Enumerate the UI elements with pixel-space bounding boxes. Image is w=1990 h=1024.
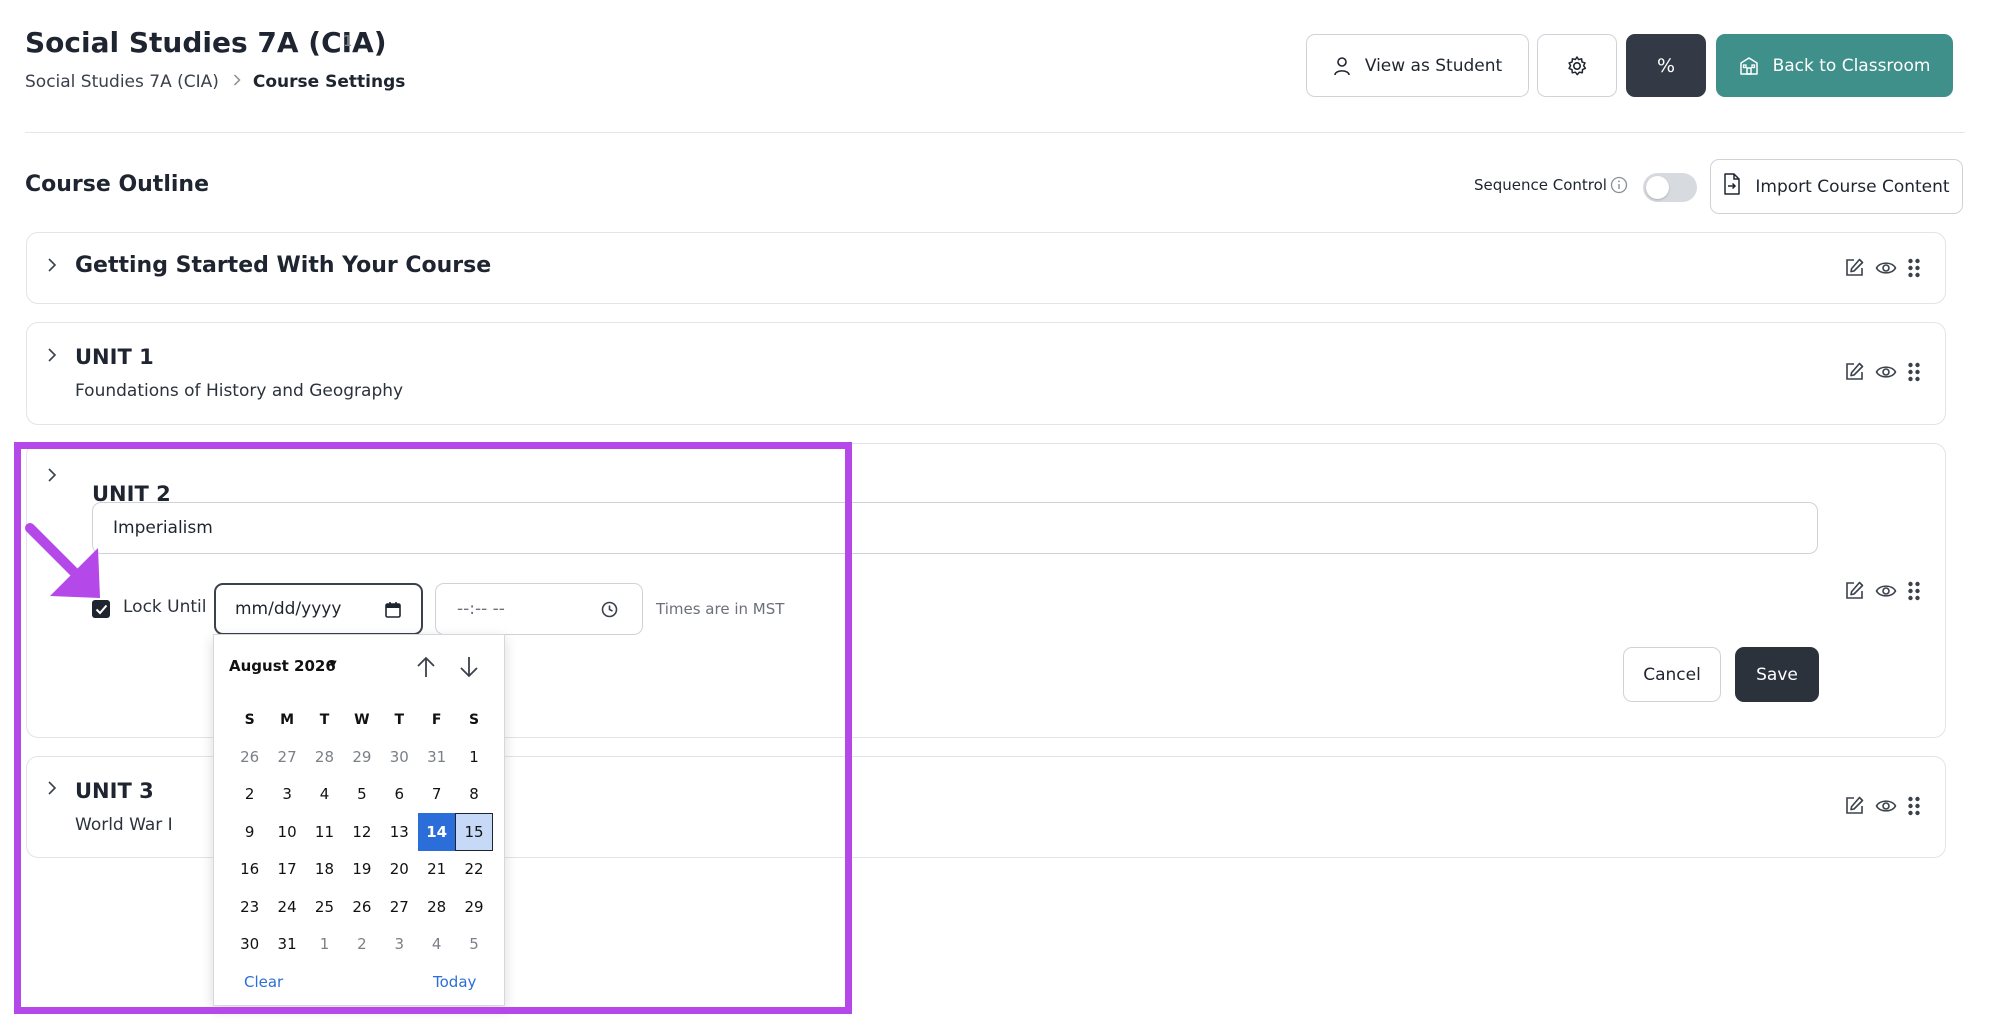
expand-chevron-icon[interactable] xyxy=(47,347,57,367)
unit-actions xyxy=(1844,580,1921,601)
unit-actions xyxy=(1844,257,1921,278)
edit-icon[interactable] xyxy=(1844,257,1865,278)
breadcrumb-parent-link[interactable]: Social Studies 7A (CIA) xyxy=(25,72,219,92)
back-to-classroom-button[interactable]: Back to Classroom xyxy=(1716,34,1953,97)
gear-icon xyxy=(1566,55,1588,77)
drag-handle-icon[interactable] xyxy=(1907,258,1921,278)
breadcrumb-current: Course Settings xyxy=(252,72,406,92)
settings-button[interactable] xyxy=(1537,34,1617,97)
classroom-icon xyxy=(1739,56,1759,76)
info-icon[interactable] xyxy=(1610,176,1628,198)
breadcrumb: Social Studies 7A (CIA) Course Settings xyxy=(25,72,405,92)
unit-title: UNIT 1 xyxy=(75,345,154,369)
edit-icon[interactable] xyxy=(1844,361,1865,382)
page-header: Social Studies 7A (CIA) 1 Social Studies… xyxy=(25,0,1965,133)
unit-title: Getting Started With Your Course xyxy=(75,253,492,278)
pointer-arrow-icon xyxy=(24,522,108,610)
unit-actions xyxy=(1844,795,1921,816)
import-course-content-label: Import Course Content xyxy=(1755,176,1950,197)
view-as-student-button[interactable]: View as Student xyxy=(1306,34,1529,97)
view-as-student-label: View as Student xyxy=(1364,55,1503,76)
course-outline-title: Course Outline xyxy=(25,172,209,197)
breadcrumb-chevron-icon xyxy=(233,74,241,90)
grading-percent-button[interactable]: % xyxy=(1626,34,1706,97)
drag-handle-icon[interactable] xyxy=(1907,796,1921,816)
eye-icon[interactable] xyxy=(1875,364,1897,380)
eye-icon[interactable] xyxy=(1875,260,1897,276)
expand-chevron-icon[interactable] xyxy=(47,257,57,277)
save-button[interactable]: Save xyxy=(1735,647,1819,702)
import-course-content-button[interactable]: Import Course Content xyxy=(1710,159,1963,214)
unit-actions xyxy=(1844,361,1921,382)
unit-subtitle: Foundations of History and Geography xyxy=(75,381,404,401)
unit-card-getting-started: Getting Started With Your Course xyxy=(26,232,1946,304)
edit-icon[interactable] xyxy=(1844,580,1865,601)
highlight-annotation-box xyxy=(14,442,852,1014)
user-icon xyxy=(1333,56,1351,76)
cancel-button[interactable]: Cancel xyxy=(1623,647,1721,702)
back-to-classroom-label: Back to Classroom xyxy=(1772,55,1931,76)
drag-handle-icon[interactable] xyxy=(1907,581,1921,601)
sequence-control-toggle[interactable] xyxy=(1643,173,1697,202)
page-title: Social Studies 7A (CIA) xyxy=(25,26,387,59)
unit-card-unit-1: UNIT 1 Foundations of History and Geogra… xyxy=(26,322,1946,425)
sequence-control-label: Sequence Control xyxy=(1474,176,1607,194)
eye-icon[interactable] xyxy=(1875,583,1897,599)
edit-icon[interactable] xyxy=(1844,795,1865,816)
toggle-knob xyxy=(1646,176,1669,199)
drag-handle-icon[interactable] xyxy=(1907,362,1921,382)
eye-icon[interactable] xyxy=(1875,798,1897,814)
file-import-icon xyxy=(1723,173,1741,200)
title-count: 1 xyxy=(343,32,353,50)
